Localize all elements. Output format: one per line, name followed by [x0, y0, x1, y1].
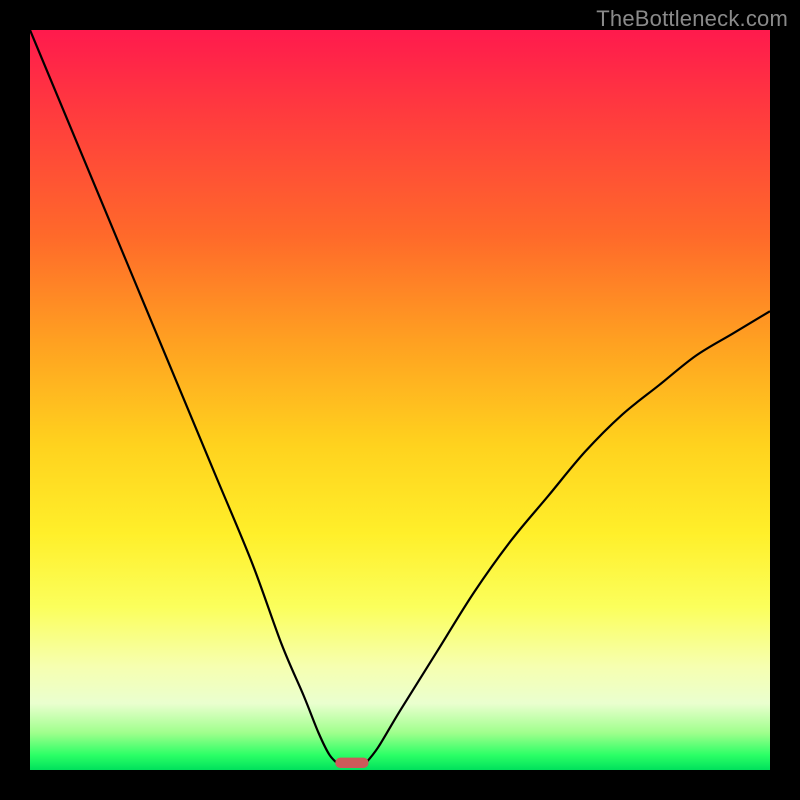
curve-right: [363, 311, 770, 766]
curve-layer: [30, 30, 770, 770]
optimum-marker: [335, 758, 368, 768]
curve-left: [30, 30, 341, 766]
watermark-text: TheBottleneck.com: [596, 6, 788, 32]
